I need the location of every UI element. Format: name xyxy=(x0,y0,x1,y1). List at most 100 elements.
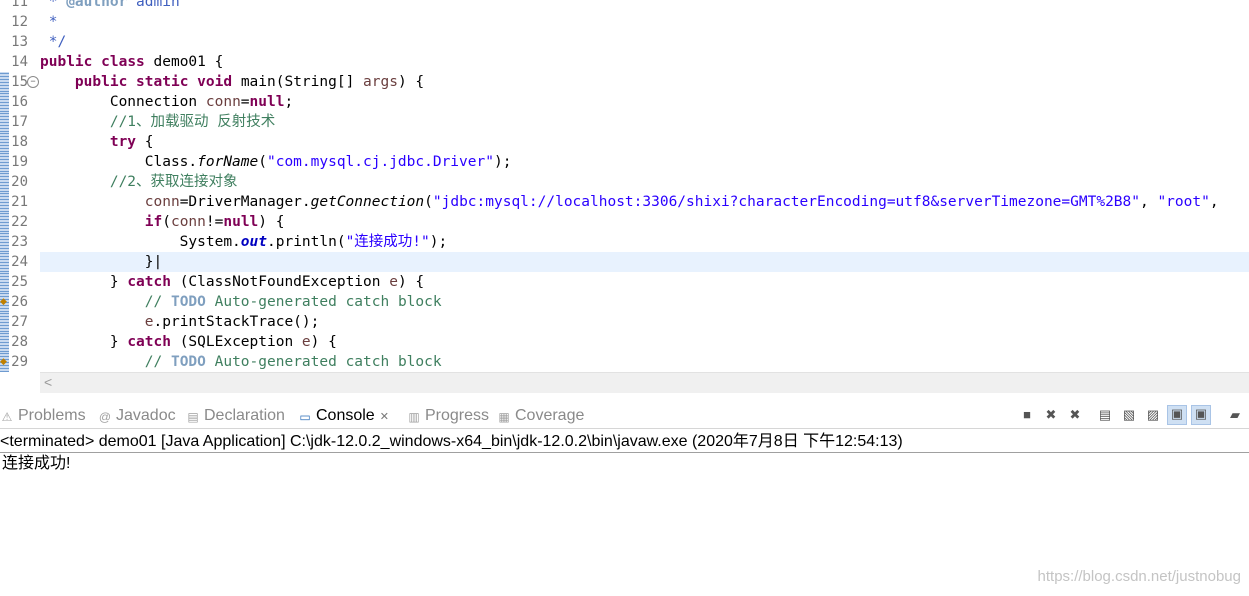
change-marker xyxy=(0,132,9,152)
code-token: main(String[] xyxy=(232,74,364,90)
code-token: , xyxy=(1209,194,1228,210)
close-tab-icon[interactable]: ✕ xyxy=(380,411,389,423)
code-line[interactable]: try { xyxy=(40,132,154,152)
code-line[interactable]: //2、获取连接对象 xyxy=(40,172,238,192)
change-marker xyxy=(0,152,9,172)
code-token: ) { xyxy=(397,74,425,90)
tab-label: Declaration xyxy=(204,407,285,424)
code-token: e xyxy=(389,274,398,290)
code-token: args xyxy=(363,74,398,90)
console-divider xyxy=(0,452,1249,453)
code-token: ); xyxy=(429,234,448,250)
tab-console[interactable]: ▭ Console ✕ xyxy=(298,404,389,428)
change-marker xyxy=(0,172,9,192)
scroll-lock-icon[interactable]: ▧ xyxy=(1121,407,1137,423)
code-line[interactable]: * xyxy=(40,12,58,32)
code-token: forName xyxy=(197,154,259,170)
code-line[interactable]: e.printStackTrace(); xyxy=(40,312,320,332)
code-token: static xyxy=(136,74,189,90)
code-line[interactable]: conn=DriverManager.getConnection("jdbc:m… xyxy=(40,192,1227,212)
code-token: ) { xyxy=(310,334,337,350)
code-line[interactable]: } catch (ClassNotFoundException e) { xyxy=(40,272,424,292)
code-line[interactable]: public class demo01 { xyxy=(40,52,223,72)
console-icon: ▭ xyxy=(299,410,311,424)
tab-label: Coverage xyxy=(515,407,585,424)
code-token: .printStackTrace(); xyxy=(153,314,320,330)
remove-launch-icon[interactable]: ✖ xyxy=(1043,407,1059,423)
show-on-error-icon[interactable]: ▣ xyxy=(1191,405,1211,425)
code-token: ); xyxy=(493,154,512,170)
code-token: */ xyxy=(40,34,67,50)
code-token: { xyxy=(136,134,154,150)
code-token: public xyxy=(74,74,128,90)
code-token: ; xyxy=(284,94,294,110)
code-token: Auto-generated catch block xyxy=(205,294,442,310)
code-line[interactable]: // TODO Auto-generated catch block xyxy=(40,352,442,372)
code-token: (ClassNotFoundException xyxy=(170,274,390,290)
pin-console-icon[interactable]: ▰ xyxy=(1227,407,1243,423)
tab-coverage[interactable]: ▦ Coverage xyxy=(497,404,584,428)
declaration-icon: ▤ xyxy=(187,410,199,424)
code-token: admin xyxy=(127,0,180,10)
change-marker xyxy=(0,252,9,272)
code-token: null xyxy=(223,214,259,230)
code-token: "jdbc:mysql://localhost:3306/shixi?chara… xyxy=(432,194,1140,210)
code-line[interactable]: Class.forName("com.mysql.cj.jdbc.Driver"… xyxy=(40,152,512,172)
code-line[interactable]: if(conn!=null) { xyxy=(40,212,285,232)
change-marker xyxy=(0,232,9,252)
code-line[interactable]: } catch (SQLException e) { xyxy=(40,332,337,352)
code-token: (SQLException xyxy=(170,334,302,350)
console-status: <terminated> demo01 [Java Application] C… xyxy=(0,433,903,450)
code-token: class xyxy=(101,54,145,70)
code-line[interactable]: public static void main(String[] args) { xyxy=(40,72,424,92)
tab-problems[interactable]: ⚠ Problems xyxy=(0,404,86,428)
console-output[interactable]: 连接成功! xyxy=(2,454,70,474)
line-number: 12 xyxy=(11,14,28,30)
code-token: } xyxy=(40,334,128,350)
terminate-icon[interactable]: ■ xyxy=(1019,407,1035,423)
code-token: //1、加载驱动 反射技术 xyxy=(109,114,276,130)
code-line[interactable]: //1、加载驱动 反射技术 xyxy=(40,112,275,132)
code-line[interactable]: Connection conn=null; xyxy=(40,92,293,112)
horizontal-scrollbar[interactable]: < xyxy=(40,372,1249,393)
code-line[interactable]: // TODO Auto-generated catch block xyxy=(40,292,442,312)
fold-toggle-icon[interactable]: − xyxy=(27,76,39,88)
code-line[interactable]: }| xyxy=(40,252,162,272)
code-token: ( xyxy=(424,194,433,210)
scroll-left-icon[interactable]: < xyxy=(44,374,52,390)
tab-declaration[interactable]: ▤ Declaration xyxy=(186,404,285,428)
code-token: void xyxy=(197,74,233,90)
clear-console-icon[interactable]: ▤ xyxy=(1097,407,1113,423)
code-token: * xyxy=(40,14,58,30)
code-editor[interactable]: 11 * @author admin 12 * 13 */ 14 public clas… xyxy=(0,0,1249,372)
tab-label: Progress xyxy=(425,407,490,424)
code-line[interactable]: * @author admin xyxy=(40,0,180,12)
code-line[interactable]: */ xyxy=(40,32,66,52)
change-marker xyxy=(0,272,9,292)
tab-progress[interactable]: ▥ Progress xyxy=(407,404,489,428)
line-number: 14 xyxy=(11,54,28,70)
show-on-output-icon[interactable]: ▣ xyxy=(1167,405,1187,425)
change-marker xyxy=(0,312,9,332)
problems-icon: ⚠ xyxy=(1,410,13,424)
remove-all-terminated-icon[interactable]: ✖ xyxy=(1067,407,1083,423)
code-token: ) { xyxy=(258,214,285,230)
change-marker xyxy=(0,212,9,232)
code-token: //2、获取连接对象 xyxy=(109,174,238,190)
code-token: e xyxy=(144,314,154,330)
word-wrap-icon[interactable]: ▨ xyxy=(1145,407,1161,423)
code-token: "root" xyxy=(1157,194,1210,210)
code-token: demo01 { xyxy=(144,54,224,70)
line-number: 11 xyxy=(11,0,28,10)
code-token: "连接成功!" xyxy=(345,234,430,250)
code-line[interactable]: System.out.println("连接成功!"); xyxy=(40,232,448,252)
javadoc-icon: @ xyxy=(98,410,112,424)
tab-javadoc[interactable]: @ Javadoc xyxy=(98,404,176,428)
code-token: TODO xyxy=(170,354,206,370)
